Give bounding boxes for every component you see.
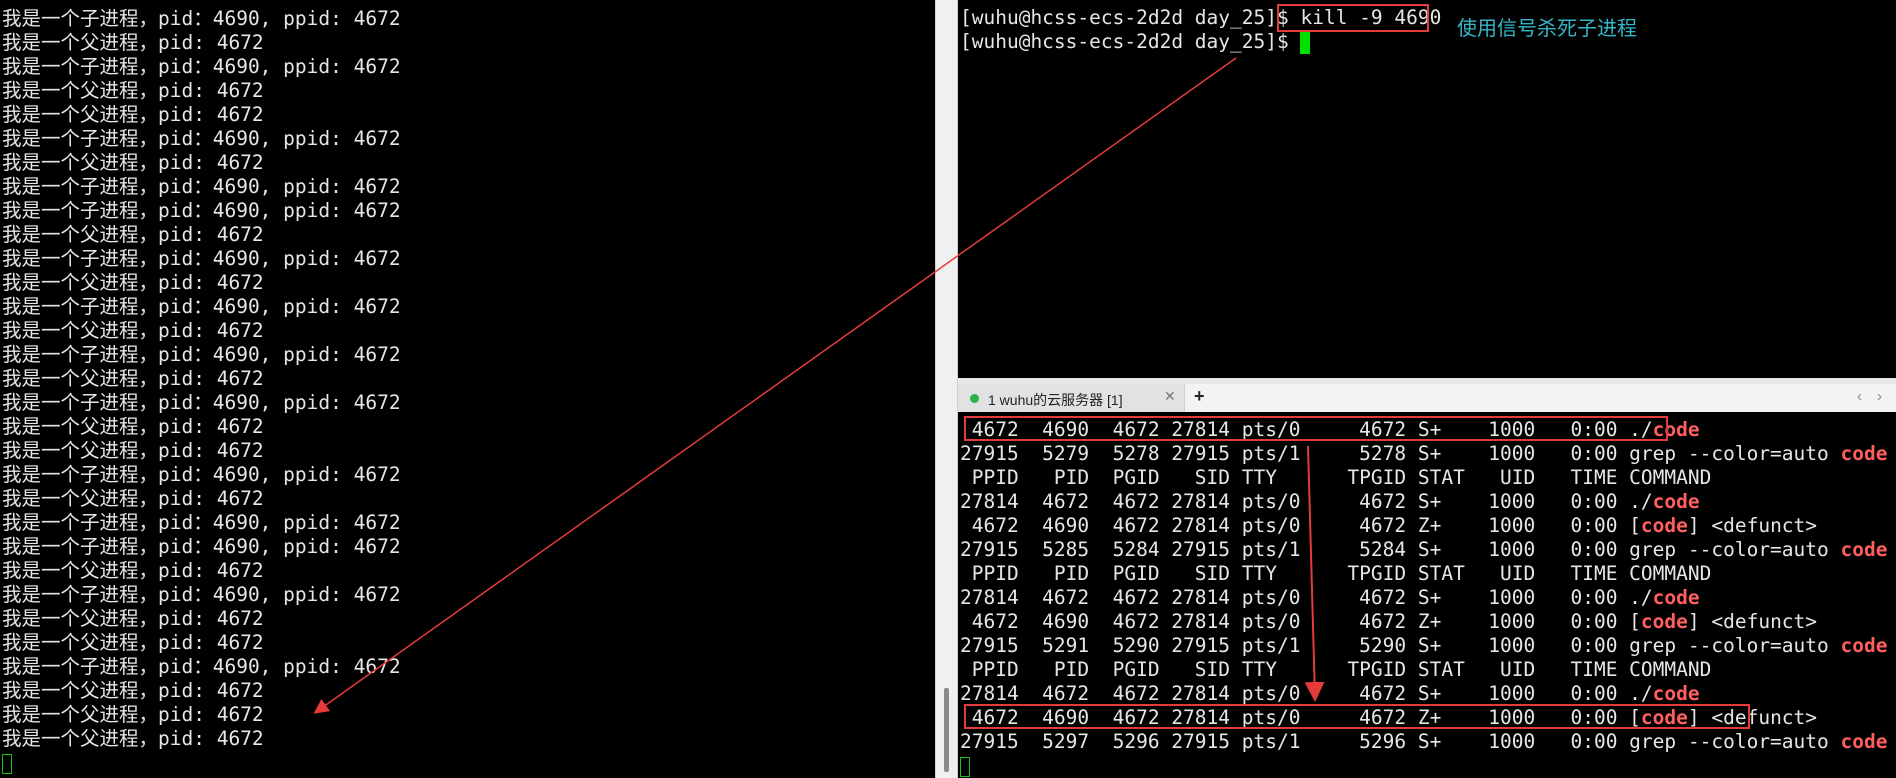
terminal-line: 我是一个父进程，pid: 4672 bbox=[2, 559, 264, 582]
add-tab-icon[interactable]: + bbox=[1194, 386, 1205, 407]
highlighted-match: code bbox=[1840, 730, 1888, 753]
ps-row: 27915 5285 5284 27915 pts/1 5284 S+ 1000… bbox=[960, 538, 1887, 562]
terminal-line: 我是一个子进程，pid：4690, ppid: 4672 bbox=[2, 511, 401, 534]
ps-row-text: 27814 4672 4672 27814 pts/0 4672 S+ 1000… bbox=[960, 586, 1653, 609]
ps-row-text: PPID PID PGID SID TTY TPGID STAT UID TIM… bbox=[960, 466, 1712, 489]
ps-row: 27915 5297 5296 27915 pts/1 5296 S+ 1000… bbox=[960, 730, 1887, 754]
terminal-cursor bbox=[960, 756, 970, 777]
chevron-right-icon[interactable]: › bbox=[1877, 388, 1882, 405]
terminal-line: 我是一个父进程，pid: 4672 bbox=[2, 31, 264, 54]
terminal-line: 我是一个父进程，pid: 4672 bbox=[2, 415, 264, 438]
highlighted-match: code bbox=[1652, 586, 1700, 609]
ps-row-text: PPID PID PGID SID TTY TPGID STAT UID TIM… bbox=[960, 658, 1712, 681]
terminal-line: 我是一个子进程，pid：4690, ppid: 4672 bbox=[2, 127, 401, 150]
top-right-terminal-pane[interactable]: [wuhu@hcss-ecs-2d2d day_25]$ kill -9 469… bbox=[958, 0, 1896, 378]
terminal-line: [wuhu@hcss-ecs-2d2d day_25]$ bbox=[960, 30, 1311, 54]
terminal-line: 我是一个子进程，pid：4690, ppid: 4672 bbox=[2, 655, 401, 678]
kill-command-highlight-box bbox=[1277, 4, 1429, 32]
ps-row: 27915 5279 5278 27915 pts/1 5278 S+ 1000… bbox=[960, 442, 1887, 466]
connected-status-dot-icon bbox=[970, 394, 979, 403]
highlighted-match: code bbox=[1840, 442, 1888, 465]
annotation-label: 使用信号杀死子进程 bbox=[1457, 18, 1637, 40]
vertical-splitter[interactable] bbox=[935, 0, 958, 778]
ps-row: 27915 5291 5290 27915 pts/1 5290 S+ 1000… bbox=[960, 634, 1887, 658]
terminal-line: 我是一个父进程，pid: 4672 bbox=[2, 607, 264, 630]
ps-row-text: ] <defunct> bbox=[1687, 514, 1818, 537]
terminal-line: 我是一个父进程，pid: 4672 bbox=[2, 367, 264, 390]
ps-row: PPID PID PGID SID TTY TPGID STAT UID TIM… bbox=[960, 562, 1712, 586]
terminal-cursor bbox=[2, 753, 12, 774]
shell-prompt: [wuhu@hcss-ecs-2d2d day_25]$ bbox=[960, 30, 1301, 53]
terminal-line: 我是一个子进程，pid：4690, ppid: 4672 bbox=[2, 583, 401, 606]
terminal-line: 我是一个子进程，pid：4690, ppid: 4672 bbox=[2, 247, 401, 270]
left-scrollbar-thumb[interactable] bbox=[944, 688, 949, 772]
ps-row-text: 27814 4672 4672 27814 pts/0 4672 S+ 1000… bbox=[960, 682, 1653, 705]
highlighted-match: code bbox=[1640, 514, 1688, 537]
terminal-line: 我是一个父进程，pid: 4672 bbox=[2, 319, 264, 342]
terminal-line: 我是一个父进程，pid: 4672 bbox=[2, 223, 264, 246]
highlighted-match: code bbox=[1640, 610, 1688, 633]
highlighted-match: code bbox=[1840, 538, 1888, 561]
ps-row: 4672 4690 4672 27814 pts/0 4672 Z+ 1000 … bbox=[960, 610, 1817, 634]
ps-row: 27814 4672 4672 27814 pts/0 4672 S+ 1000… bbox=[960, 586, 1700, 610]
close-icon[interactable]: ✕ bbox=[1164, 388, 1176, 405]
tab-label: 1 wuhu的云服务器 [1] bbox=[988, 392, 1123, 408]
terminal-line bbox=[2, 751, 12, 775]
ps-row: 27814 4672 4672 27814 pts/0 4672 S+ 1000… bbox=[960, 682, 1700, 706]
ps-row-text: 27915 5291 5290 27915 pts/1 5290 S+ 1000… bbox=[960, 634, 1841, 657]
terminal-line: 我是一个子进程，pid：4690, ppid: 4672 bbox=[2, 343, 401, 366]
shell-prompt: [wuhu@hcss-ecs-2d2d day_25]$ bbox=[960, 6, 1301, 29]
ps-row-text: 27814 4672 4672 27814 pts/0 4672 S+ 1000… bbox=[960, 490, 1653, 513]
tab-cloud-server[interactable]: 1 wuhu的云服务器 [1] ✕ bbox=[958, 384, 1185, 412]
terminal-line bbox=[960, 754, 970, 778]
ps-row: 4672 4690 4672 27814 pts/0 4672 Z+ 1000 … bbox=[960, 514, 1817, 538]
terminal-line: 我是一个父进程，pid: 4672 bbox=[2, 631, 264, 654]
terminal-line: 我是一个子进程，pid：4690, ppid: 4672 bbox=[2, 463, 401, 486]
ps-row-text: ] <defunct> bbox=[1687, 610, 1818, 633]
ps-row-text: PPID PID PGID SID TTY TPGID STAT UID TIM… bbox=[960, 562, 1712, 585]
ps-row-text: 27915 5285 5284 27915 pts/1 5284 S+ 1000… bbox=[960, 538, 1841, 561]
highlighted-match: code bbox=[1652, 490, 1700, 513]
highlighted-match: code bbox=[1652, 682, 1700, 705]
terminal-line: 我是一个子进程，pid：4690, ppid: 4672 bbox=[2, 55, 401, 78]
terminal-line: 我是一个父进程，pid: 4672 bbox=[2, 727, 264, 750]
zombie-child-highlight-box bbox=[964, 704, 1750, 729]
terminal-cursor bbox=[1300, 31, 1311, 54]
session-tab-bar: 1 wuhu的云服务器 [1] ✕ + ‹ › bbox=[958, 384, 1896, 413]
highlighted-match: code bbox=[1840, 634, 1888, 657]
terminal-line: 我是一个子进程，pid：4690, ppid: 4672 bbox=[2, 175, 401, 198]
ps-row-text: 27915 5279 5278 27915 pts/1 5278 S+ 1000… bbox=[960, 442, 1841, 465]
terminal-line: 我是一个父进程，pid: 4672 bbox=[2, 271, 264, 294]
terminal-line: 我是一个父进程，pid: 4672 bbox=[2, 151, 264, 174]
ps-row-text: 4672 4690 4672 27814 pts/0 4672 Z+ 1000 … bbox=[960, 610, 1641, 633]
ps-row-text: 27915 5297 5296 27915 pts/1 5296 S+ 1000… bbox=[960, 730, 1841, 753]
ps-row: PPID PID PGID SID TTY TPGID STAT UID TIM… bbox=[960, 466, 1712, 490]
terminal-line: 我是一个父进程，pid: 4672 bbox=[2, 703, 264, 726]
chevron-left-icon[interactable]: ‹ bbox=[1857, 388, 1862, 405]
left-terminal-pane[interactable]: 我是一个子进程，pid：4690, ppid: 4672 我是一个父进程，pid:… bbox=[0, 0, 935, 778]
ps-row: 27814 4672 4672 27814 pts/0 4672 S+ 1000… bbox=[960, 490, 1700, 514]
terminal-line: 我是一个子进程，pid：4690, ppid: 4672 bbox=[2, 391, 401, 414]
ps-row: PPID PID PGID SID TTY TPGID STAT UID TIM… bbox=[960, 658, 1712, 682]
terminal-line: 我是一个父进程，pid: 4672 bbox=[2, 79, 264, 102]
terminal-line: 我是一个父进程，pid: 4672 bbox=[2, 487, 264, 510]
terminal-line: 我是一个子进程，pid：4690, ppid: 4672 bbox=[2, 535, 401, 558]
terminal-line: 我是一个父进程，pid: 4672 bbox=[2, 679, 264, 702]
terminal-line: 我是一个子进程，pid：4690, ppid: 4672 bbox=[2, 295, 401, 318]
terminal-line: 我是一个父进程，pid: 4672 bbox=[2, 439, 264, 462]
terminal-line: 我是一个子进程，pid：4690, ppid: 4672 bbox=[2, 7, 401, 30]
running-child-highlight-box bbox=[964, 416, 1668, 441]
terminal-line: 我是一个子进程，pid：4690, ppid: 4672 bbox=[2, 199, 401, 222]
ps-row-text: 4672 4690 4672 27814 pts/0 4672 Z+ 1000 … bbox=[960, 514, 1641, 537]
terminal-line: 我是一个父进程，pid: 4672 bbox=[2, 103, 264, 126]
